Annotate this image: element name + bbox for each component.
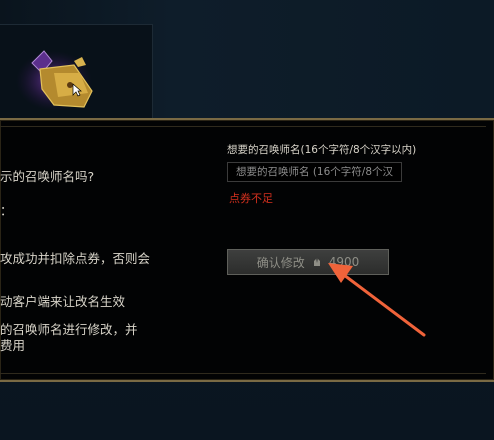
description-line-1: 示的召唤师名吗?	[0, 169, 95, 184]
description-line-3: 攻成功并扣除点券，否则会	[0, 251, 151, 266]
description-line-4: 动客户端来让改名生效	[0, 294, 126, 309]
annotation-arrow-icon	[328, 263, 426, 337]
description-line-6: 费用	[0, 338, 26, 353]
description-line-2: ：	[0, 203, 13, 218]
mouse-cursor-icon	[72, 83, 82, 97]
error-message: 点券不足	[229, 192, 273, 205]
summoner-name-input[interactable]	[227, 162, 402, 182]
confirm-button-label: 确认修改	[256, 255, 305, 270]
summoner-name-label: 想要的召唤师名(16个字符/8个汉字以内)	[227, 144, 417, 156]
item-card[interactable]	[0, 24, 153, 120]
item-artwork-icon	[16, 50, 93, 111]
